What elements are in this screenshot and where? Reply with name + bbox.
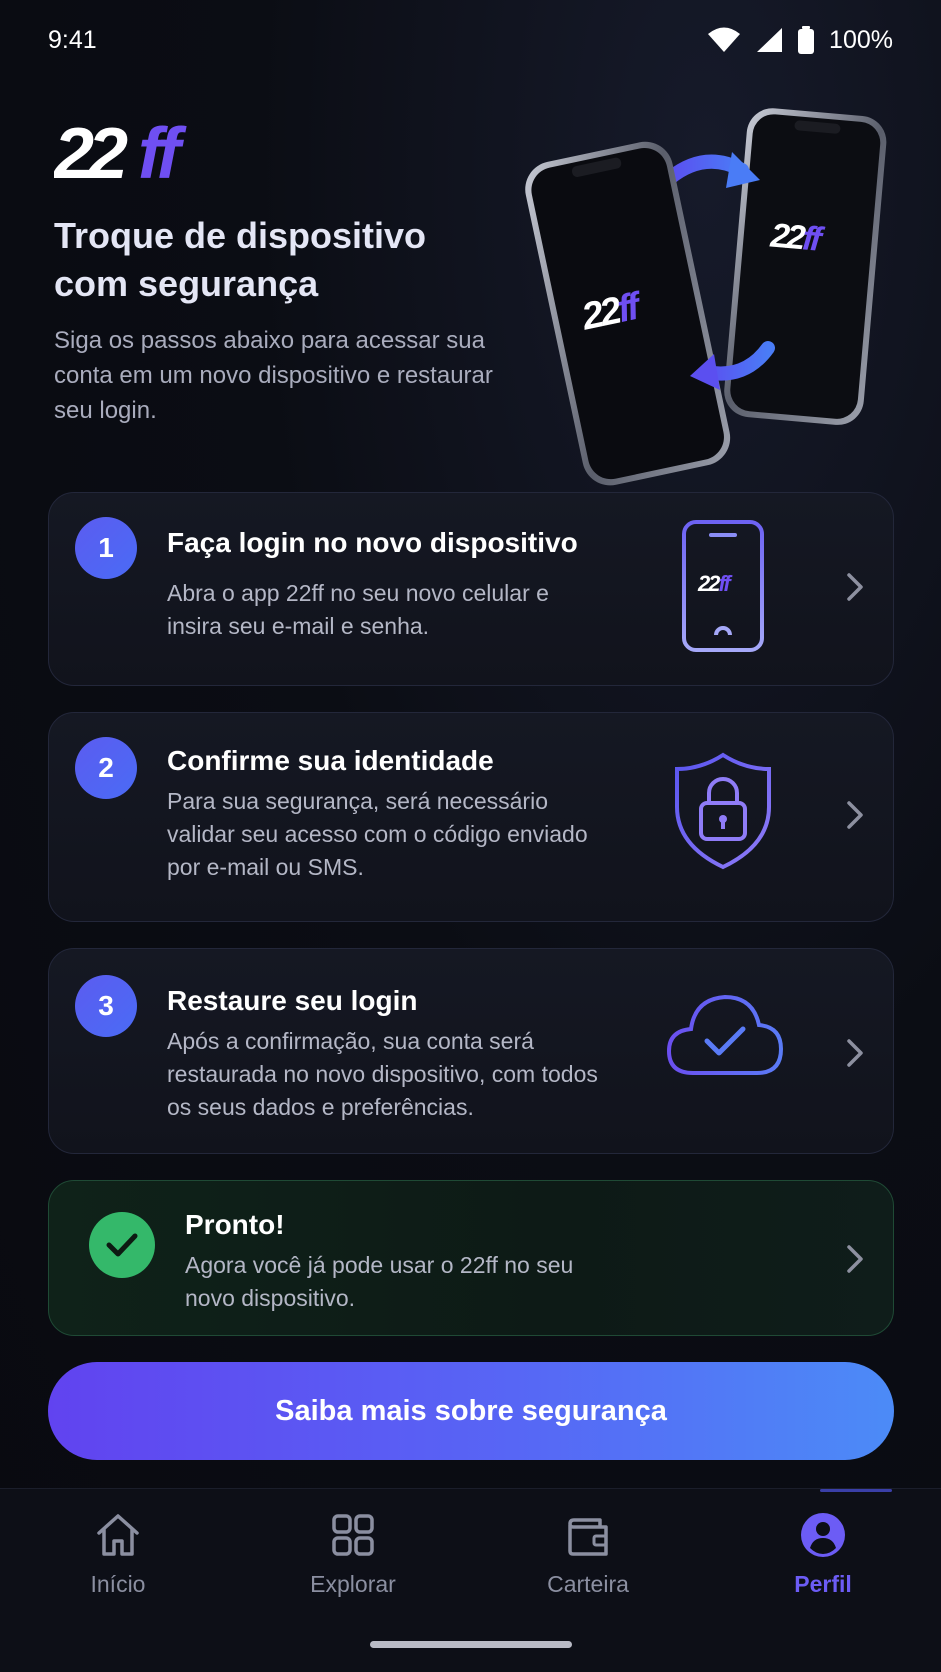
step-title: Restaure seu login [167, 985, 418, 1016]
active-tab-indicator [820, 1489, 892, 1492]
home-indicator [370, 1641, 572, 1648]
nav-item-explore[interactable]: Explorar [273, 1511, 433, 1611]
step-number-badge: 1 [75, 517, 137, 579]
chevron-right-icon [845, 1037, 865, 1074]
nav-item-wallet[interactable]: Carteira [508, 1511, 668, 1611]
step-card-3[interactable]: 3 Restaure seu login Após a confirmação,… [48, 948, 894, 1154]
nav-label: Perfil [794, 1571, 852, 1597]
svg-text:22ff: 22ff [697, 571, 733, 596]
phone-icon: 22ff [681, 519, 765, 658]
nav-item-profile[interactable]: Perfil [743, 1511, 903, 1611]
step-number-badge: 3 [75, 975, 137, 1037]
device-swap-illustration: 22ff 22ff [520, 100, 900, 500]
wifi-icon [707, 27, 741, 53]
device-switch-screen: 9:41 100% 22 ff Troque de dispositivo co… [0, 0, 941, 1672]
home-icon [94, 1511, 142, 1559]
cloud-check-icon [665, 991, 785, 1082]
profile-icon [799, 1511, 847, 1559]
grid-icon [329, 1511, 377, 1559]
wallet-icon [564, 1511, 612, 1559]
status-bar: 9:41 100% [0, 0, 941, 80]
step-description: Abra o app 22ff no seu novo celular e in… [167, 580, 549, 639]
ready-card[interactable]: Pronto! Agora você já pode usar o 22ff n… [48, 1180, 894, 1336]
signal-icon [755, 27, 783, 53]
svg-text:22: 22 [54, 122, 128, 188]
check-icon [89, 1212, 155, 1278]
step-card-1[interactable]: 1 Faça login no novo dispositivo Abra o … [48, 492, 894, 686]
step-title: Confirme sua identidade [167, 745, 494, 776]
step-description: Após a confirmação, sua conta será resta… [167, 1028, 598, 1120]
page-subtitle: Siga os passos abaixo para acessar sua c… [54, 327, 493, 424]
step-title: Faça login no novo dispositivo [167, 527, 578, 558]
brand-logo: 22 ff [52, 114, 224, 194]
step-number-badge: 2 [75, 737, 137, 799]
learn-security-button[interactable]: Saiba mais sobre segurança [48, 1362, 894, 1460]
nav-item-home[interactable]: Início [38, 1511, 198, 1611]
page-title: Troque de dispositivo com segurança [54, 215, 427, 304]
status-time: 9:41 [48, 25, 97, 54]
chevron-right-icon [845, 571, 865, 608]
status-icons: 100% [707, 26, 893, 55]
nav-label: Início [90, 1571, 146, 1597]
nav-label: Explorar [310, 1571, 396, 1597]
battery-icon [797, 26, 815, 54]
battery-percent: 100% [829, 25, 893, 54]
svg-text:ff: ff [138, 122, 187, 188]
nav-label: Carteira [547, 1571, 629, 1597]
ready-description: Agora você já pode usar o 22ff no seu no… [185, 1252, 574, 1311]
chevron-right-icon [845, 799, 865, 836]
step-card-2[interactable]: 2 Confirme sua identidade Para sua segur… [48, 712, 894, 922]
shield-lock-icon [673, 751, 773, 876]
ready-title: Pronto! [185, 1209, 285, 1240]
step-description: Para sua segurança, será necessário vali… [167, 788, 588, 880]
chevron-right-icon [845, 1243, 865, 1280]
